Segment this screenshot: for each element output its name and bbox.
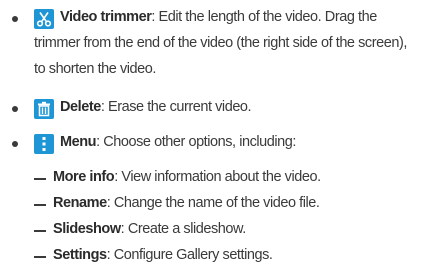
subitem-title: Settings: [53, 247, 107, 263]
subitem-more-info: More info: View information about the vi…: [53, 169, 321, 185]
video-trimmer-title: Video trimmer: [60, 9, 152, 25]
subitem-desc: : Create a slideshow.: [120, 221, 247, 237]
bullet: [12, 16, 18, 22]
dash-marker: [34, 230, 46, 232]
menu-desc: : Choose other options, including:: [96, 134, 296, 150]
delete-desc: : Erase the current video.: [100, 99, 252, 115]
menu-line: Menu: Choose other options, including:: [60, 134, 296, 150]
subitem-title: More info: [53, 169, 115, 185]
bullet: [12, 141, 18, 147]
dash-marker: [34, 204, 46, 206]
delete-title: Delete: [60, 99, 101, 115]
subitem-slideshow: Slideshow: Create a slideshow.: [53, 221, 246, 237]
subitem-title: Slideshow: [53, 221, 121, 237]
video-trimmer-line-2: trimmer from the end of the video (the r…: [34, 35, 407, 51]
scissors-icon: [34, 9, 54, 29]
dash-marker: [34, 256, 46, 258]
video-trimmer-line-3: to shorten the video.: [34, 61, 156, 77]
subitem-settings: Settings: Configure Gallery settings.: [53, 247, 273, 263]
bullet: [12, 106, 18, 112]
trash-icon: [34, 99, 54, 119]
dash-marker: [34, 178, 46, 180]
subitem-desc: : Change the name of the video file.: [106, 195, 320, 211]
document-page: Video trimmer: Edit the length of the vi…: [0, 0, 435, 279]
subitem-title: Rename: [53, 195, 107, 211]
subitem-desc: : Configure Gallery settings.: [106, 247, 273, 263]
subitem-desc: : View information about the video.: [114, 169, 321, 185]
video-trimmer-desc-1: : Edit the length of the video. Drag the: [151, 9, 377, 25]
subitem-rename: Rename: Change the name of the video fil…: [53, 195, 320, 211]
menu-title: Menu: [60, 134, 97, 150]
video-trimmer-line-1: Video trimmer: Edit the length of the vi…: [60, 9, 377, 25]
delete-line: Delete: Erase the current video.: [60, 99, 252, 115]
more-vertical-icon: [34, 134, 54, 154]
